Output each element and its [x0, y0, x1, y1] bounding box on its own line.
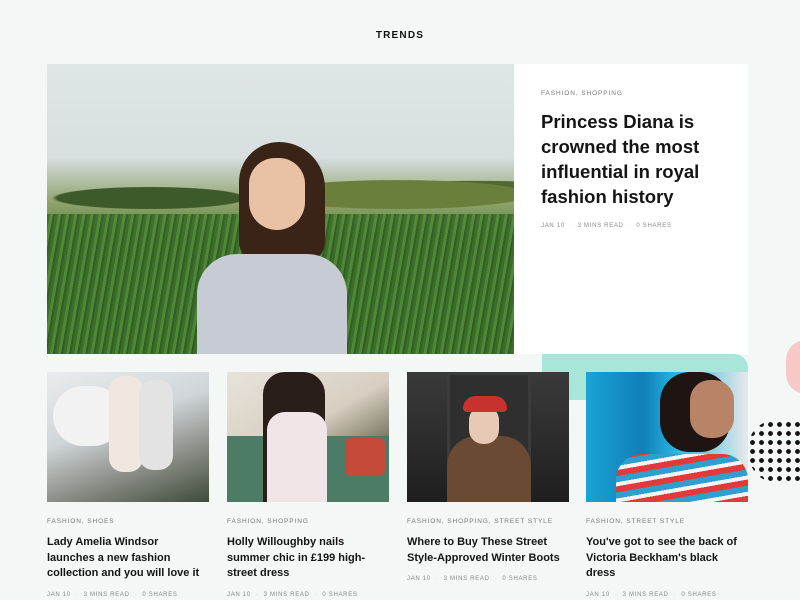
read-time: 3 MINS READ — [263, 591, 310, 598]
article-date: JAN 10 — [47, 591, 71, 598]
article-tags: FASHION, STREET STYLE — [586, 518, 685, 525]
featured-article-image[interactable] — [47, 64, 514, 354]
article-meta: JAN 10 · 3 MINS READ · 0 SHARES — [586, 591, 717, 598]
article-tags: FASHION, SHOPPING — [227, 518, 309, 525]
article-date: JAN 10 — [541, 223, 565, 229]
article-card-image[interactable] — [47, 372, 209, 502]
tag-link[interactable]: FASHION — [586, 518, 621, 525]
tag-link[interactable]: FASHION — [47, 518, 82, 525]
article-date: JAN 10 — [586, 591, 610, 598]
article-card-title[interactable]: Lady Amelia Windsor launches a new fashi… — [47, 535, 209, 582]
read-time: 3 MINS READ — [443, 576, 490, 582]
featured-article-text: FASHION, SHOPPING Princess Diana is crow… — [514, 64, 748, 354]
woman-figure — [197, 142, 347, 354]
tag-link[interactable]: FASHION — [407, 518, 442, 525]
decorative-pink-shape — [786, 340, 800, 394]
body — [197, 254, 347, 354]
article-tags: FASHION, SHOPPING — [541, 90, 623, 97]
decorative-dot-pattern — [748, 420, 800, 484]
face — [249, 158, 305, 230]
share-count: 0 SHARES — [142, 591, 178, 598]
article-card-title[interactable]: Where to Buy These Street Style-Approved… — [407, 535, 569, 566]
featured-article-title[interactable]: Princess Diana is crowned the most influ… — [541, 109, 721, 209]
article-meta: JAN 10 · 3 MINS READ · 0 SHARES — [47, 591, 178, 598]
article-card[interactable]: FASHION, SHOES Lady Amelia Windsor launc… — [47, 372, 209, 598]
article-card-image[interactable] — [227, 372, 389, 502]
section-title: TRENDS — [375, 30, 425, 41]
article-meta: JAN 10 · 3 MINS READ · 0 SHARES — [541, 223, 672, 229]
article-card-image[interactable] — [586, 372, 748, 502]
article-date: JAN 10 — [227, 591, 251, 598]
article-tags: FASHION, SHOES — [47, 518, 115, 525]
tag-link[interactable]: STREET STYLE — [494, 518, 553, 525]
article-card-title[interactable]: Holly Willoughby nails summer chic in £1… — [227, 535, 389, 582]
share-count: 0 SHARES — [636, 223, 672, 229]
article-meta: JAN 10 · 3 MINS READ · 0 SHARES — [407, 576, 538, 582]
tag-link[interactable]: SHOPPING — [581, 90, 623, 97]
article-card-image[interactable] — [407, 372, 569, 502]
tag-link[interactable]: SHOPPING — [267, 518, 309, 525]
article-date: JAN 10 — [407, 576, 431, 582]
article-card-title[interactable]: You've got to see the back of Victoria B… — [586, 535, 748, 582]
article-tags: FASHION, SHOPPING, STREET STYLE — [407, 518, 553, 525]
share-count: 0 SHARES — [502, 576, 538, 582]
tag-link[interactable]: FASHION — [541, 90, 576, 97]
tag-link[interactable]: FASHION — [227, 518, 262, 525]
read-time: 3 MINS READ — [622, 591, 669, 598]
article-card[interactable]: FASHION, SHOPPING, STREET STYLE Where to… — [407, 372, 569, 582]
tag-link[interactable]: SHOPPING — [447, 518, 489, 525]
article-card[interactable]: FASHION, STREET STYLE You've got to see … — [586, 372, 748, 598]
article-card[interactable]: FASHION, SHOPPING Holly Willoughby nails… — [227, 372, 389, 598]
share-count: 0 SHARES — [681, 591, 717, 598]
article-meta: JAN 10 · 3 MINS READ · 0 SHARES — [227, 591, 358, 598]
read-time: 3 MINS READ — [83, 591, 130, 598]
tag-link[interactable]: STREET STYLE — [626, 518, 685, 525]
share-count: 0 SHARES — [322, 591, 358, 598]
featured-article[interactable]: FASHION, SHOPPING Princess Diana is crow… — [47, 64, 748, 354]
read-time: 3 MINS READ — [577, 223, 624, 229]
tag-link[interactable]: SHOES — [87, 518, 114, 525]
